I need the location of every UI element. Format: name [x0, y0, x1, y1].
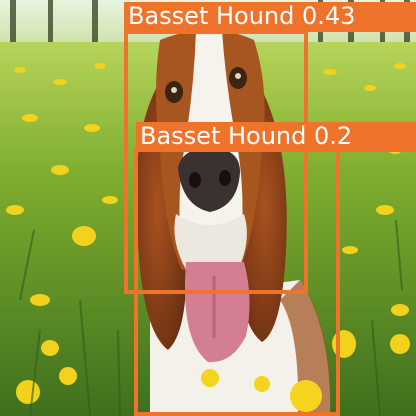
- detection-label-2: Basset Hound 0.2: [136, 122, 416, 152]
- detection-label-1-class: Basset Hound: [128, 2, 295, 30]
- detection-label-2-class: Basset Hound: [140, 122, 307, 150]
- detection-label-1-score: 0.43: [302, 2, 356, 30]
- detection-label-2-score: 0.2: [314, 122, 353, 150]
- detection-label-1: Basset Hound 0.43: [124, 2, 416, 32]
- detection-canvas: Basset Hound 0.43 Basset Hound 0.2: [0, 0, 416, 416]
- detection-box-2: [134, 148, 340, 416]
